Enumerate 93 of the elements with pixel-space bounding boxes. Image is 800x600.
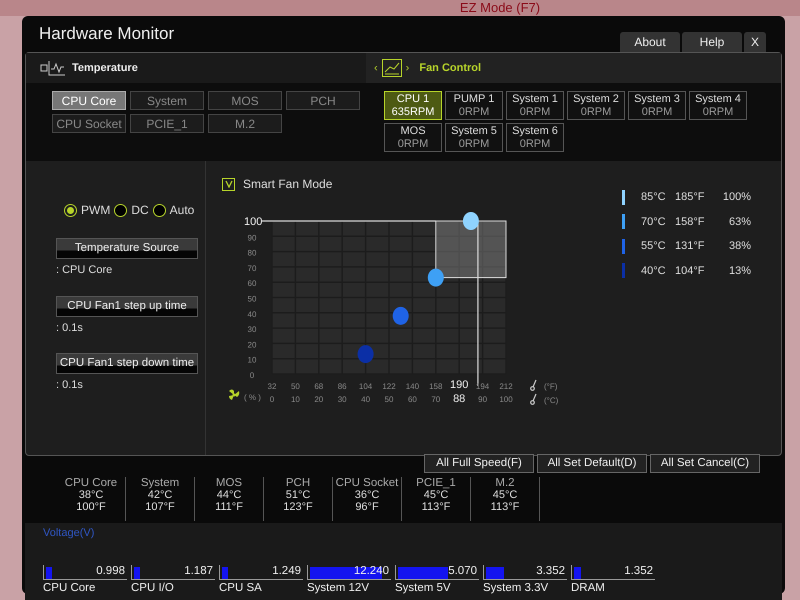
temperature-fahrenheit: 100°F	[76, 501, 106, 513]
y-tick-label: 90	[248, 233, 256, 242]
y-tick-label: 100	[244, 216, 262, 228]
fahrenheit-tick-label: 194	[476, 382, 490, 391]
temperature-celsius: 42°C	[148, 489, 172, 501]
y-tick-label: 80	[248, 248, 256, 258]
y-tick-label: 60	[248, 279, 256, 288]
point-percent: 38%	[728, 239, 751, 254]
radio-label: DC	[131, 202, 149, 219]
temperature-celsius: 44°C	[216, 489, 242, 501]
setting-value: : CPU Core	[56, 263, 114, 278]
temperature-fahrenheit: 123°F	[283, 501, 313, 513]
temperature-fahrenheit: 107°F	[145, 501, 175, 513]
point-celsius: 40°C	[641, 264, 667, 278]
temperature-celsius: 45°C	[424, 489, 448, 501]
voltage-name: CPU Core	[43, 580, 96, 596]
temperature-name: CPU Socket	[336, 477, 398, 489]
fahrenheit-tick-label: 50	[290, 382, 300, 391]
voltage-name: DRAM	[571, 580, 606, 596]
fahrenheit-tick-label: 68	[314, 382, 324, 391]
temperature-fahrenheit: 113°F	[490, 501, 520, 513]
radio-label: PWM	[81, 202, 110, 219]
x-tick-label: 50	[384, 395, 394, 404]
voltage-name: CPU SA	[219, 580, 263, 596]
temperature-celsius: 51°C	[286, 489, 310, 501]
percent-unit: ( % )	[244, 393, 261, 402]
point-fahrenheit: 131°F	[675, 239, 706, 254]
temperature-name: MOS	[216, 477, 242, 489]
cursor-fahrenheit: 190	[450, 379, 468, 391]
fahrenheit-tick-label: 122	[382, 382, 396, 391]
point-fahrenheit: 158°F	[675, 214, 706, 230]
x-tick-label: 100	[499, 395, 513, 404]
voltage-name: System 12V	[307, 580, 370, 596]
point-fahrenheit: 185°F	[675, 190, 706, 205]
temperature-fahrenheit: 111°F	[215, 501, 243, 513]
y-tick-label: 30	[248, 325, 256, 334]
temperature-name: CPU Core	[64, 477, 118, 489]
fahrenheit-tick-label: 86	[338, 382, 347, 391]
y-tick-label: 20	[248, 340, 256, 350]
x-tick-label: 20	[314, 395, 324, 404]
voltage-reading: 1.352	[624, 564, 653, 578]
voltage-reading: 5.070	[448, 564, 477, 578]
window-title: Hardware Monitor	[39, 22, 174, 44]
panel-title: Fan Control	[419, 60, 482, 76]
x-tick-label: 90	[478, 395, 488, 404]
y-tick-label: 70	[248, 264, 256, 273]
point-celsius: 55°C	[641, 239, 667, 254]
fahrenheit-tick-label: 104	[358, 382, 372, 391]
voltage-title: Voltage(V)	[43, 526, 96, 541]
point-percent: 100%	[722, 190, 751, 205]
y-tick-label: 40	[248, 310, 256, 319]
voltage-reading: 3.352	[536, 564, 565, 578]
y-tick-label: 0	[250, 371, 254, 380]
fahrenheit-tick-label: 32	[268, 382, 276, 391]
x-tick-label: 40	[361, 395, 370, 404]
voltage-reading: 1.187	[184, 564, 213, 578]
point-percent: 13%	[728, 264, 751, 278]
temperature-name: PCIE_1	[416, 477, 456, 489]
x-tick-label: 60	[408, 395, 417, 404]
radio-label: Auto	[170, 202, 194, 219]
temperature-fahrenheit: 96°F	[355, 501, 379, 513]
fahrenheit-tick-label: 158	[429, 382, 442, 391]
x-tick-label: 0	[270, 395, 274, 404]
checkbox-label: Smart Fan Mode	[243, 176, 332, 193]
y-tick-label: 50	[248, 294, 256, 304]
temperature-celsius: 36°C	[354, 489, 380, 501]
temperature-fahrenheit: 113°F	[422, 501, 450, 513]
temperature-celsius: 38°C	[78, 489, 104, 501]
temperature-name: M.2	[495, 477, 515, 489]
point-celsius: 85°C	[641, 190, 667, 205]
fahrenheit-tick-label: 212	[499, 382, 513, 391]
temperature-name: System	[140, 477, 180, 489]
voltage-name: System 3.3V	[483, 580, 550, 596]
cursor-celsius: 88	[453, 393, 466, 405]
setting-value: : 0.1s	[56, 378, 84, 394]
voltage-reading: 0.998	[96, 564, 125, 578]
temperature-name: PCH	[286, 477, 310, 489]
point-fahrenheit: 104°F	[675, 264, 706, 278]
voltage-name: CPU I/O	[131, 580, 175, 596]
celsius-unit: (°C)	[544, 396, 558, 405]
x-tick-label: 30	[338, 395, 347, 404]
fahrenheit-tick-label: 140	[406, 382, 420, 391]
point-percent: 63%	[728, 214, 751, 230]
voltage-reading: 1.249	[272, 564, 301, 578]
setting-value: : 0.1s	[56, 320, 84, 336]
temperature-celsius: 45°C	[492, 489, 518, 501]
panel-title: Temperature	[72, 60, 138, 76]
point-celsius: 70°C	[641, 214, 667, 230]
x-tick-label: 70	[431, 395, 440, 404]
fahrenheit-unit: (°F)	[544, 382, 558, 391]
voltage-name: System 5V	[395, 580, 452, 596]
x-tick-label: 10	[290, 395, 300, 404]
y-tick-label: 10	[248, 356, 256, 365]
